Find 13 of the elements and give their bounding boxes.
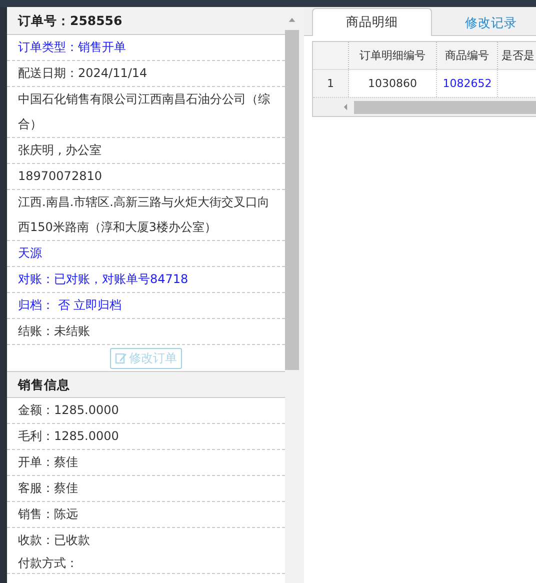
section-header: 订单号：258556	[7, 7, 285, 35]
info-row-text: 收款：已收款	[17, 532, 91, 549]
scrollbar[interactable]	[313, 97, 536, 116]
column-header: 商品编号	[436, 42, 498, 70]
column-header: 订单明细编号	[348, 42, 437, 70]
section-header: 销售信息	[7, 371, 285, 398]
scrollbar[interactable]	[285, 7, 299, 583]
edit-icon	[115, 352, 127, 364]
tab[interactable]: 商品明细	[312, 8, 432, 36]
column-header: 是否是	[498, 42, 536, 70]
scroll-left-icon[interactable]	[343, 103, 348, 111]
scroll-up-icon[interactable]	[288, 17, 296, 22]
row-number: 1	[313, 70, 349, 97]
